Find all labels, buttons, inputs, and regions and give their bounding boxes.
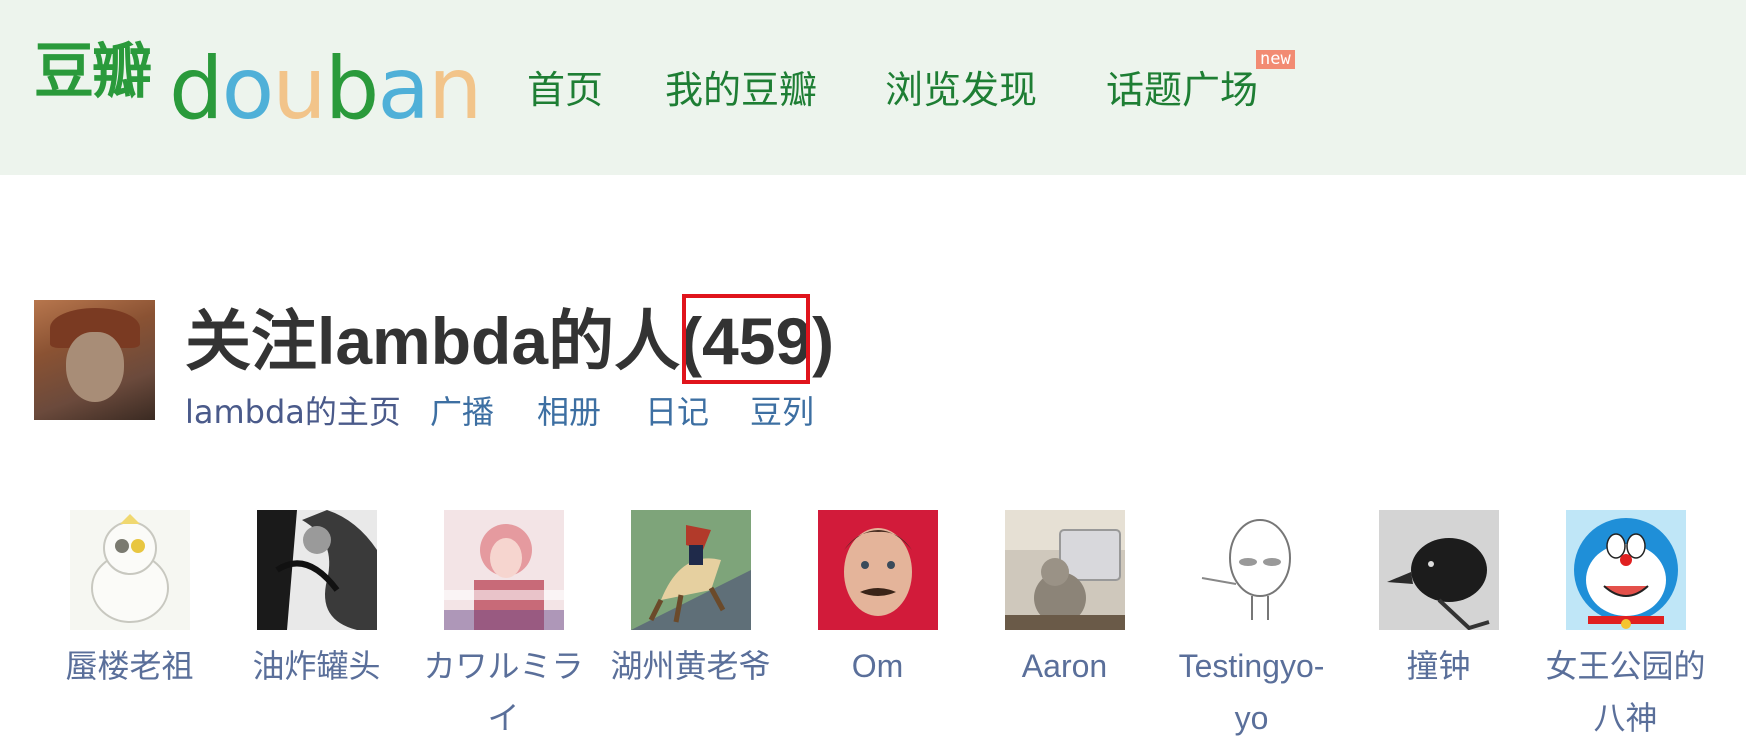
top-navigation-bar: 豆瓣 douban 首页 我的豆瓣 浏览发现 话题广场 new <box>0 0 1746 175</box>
bw-manga-avatar[interactable] <box>256 510 377 630</box>
follower-item: 湖州黄老爷 <box>597 510 784 692</box>
pink-hair-anime-avatar[interactable] <box>443 510 564 630</box>
follower-item: Aaron <box>971 510 1158 692</box>
diary-link[interactable]: 日记 <box>645 390 709 434</box>
nav-explore[interactable]: 浏览发现 <box>885 68 1037 112</box>
doraemon-avatar[interactable] <box>1565 510 1686 630</box>
profile-home-link[interactable]: lambda的主页 <box>185 390 401 434</box>
follower-count-highlight <box>682 294 810 384</box>
nav-home[interactable]: 首页 <box>527 68 603 112</box>
nav-my-douban[interactable]: 我的豆瓣 <box>665 68 817 112</box>
crow-sketch-avatar[interactable] <box>1378 510 1499 630</box>
logo-letter: o <box>221 39 275 139</box>
alien-sketch-avatar[interactable] <box>1191 510 1312 630</box>
follower-name[interactable]: Om <box>784 640 971 692</box>
cartoon-penguin-avatar[interactable] <box>69 510 190 630</box>
man-red-background-avatar[interactable] <box>817 510 938 630</box>
follower-name[interactable]: 女王公园的八神 <box>1532 640 1719 744</box>
logo-letter: u <box>272 39 326 139</box>
cat-at-desk-avatar[interactable] <box>1004 510 1125 630</box>
nav-topics[interactable]: 话题广场 <box>1106 68 1258 112</box>
napoleon-horse-avatar[interactable] <box>630 510 751 630</box>
follower-item: 撞钟 <box>1345 510 1532 692</box>
logo-letter: a <box>377 39 430 139</box>
follower-item: Om <box>784 510 971 692</box>
follower-item: 油炸罐头 <box>223 510 410 692</box>
logo-letter: b <box>324 39 380 139</box>
logo-letter: n <box>428 39 482 139</box>
follower-item: 蜃楼老祖 <box>36 510 223 692</box>
follower-item: 女王公园的八神 <box>1532 510 1719 744</box>
album-link[interactable]: 相册 <box>537 390 601 434</box>
logo-english-text: douban <box>169 39 483 139</box>
follower-name[interactable]: Testingyo-yo <box>1158 640 1345 744</box>
broadcast-link[interactable]: 广播 <box>430 390 494 434</box>
follower-name[interactable]: カワルミライ <box>410 640 597 744</box>
follower-item: カワルミライ <box>410 510 597 744</box>
logo-chinese-text: 豆瓣 <box>34 37 152 107</box>
follower-name[interactable]: 湖州黄老爷 <box>597 640 784 692</box>
new-badge: new <box>1256 50 1295 69</box>
follower-item: Testingyo-yo <box>1158 510 1345 744</box>
logo-letter: d <box>169 39 224 139</box>
follower-name[interactable]: Aaron <box>971 640 1158 692</box>
follower-name[interactable]: 撞钟 <box>1345 640 1532 692</box>
follower-name[interactable]: 油炸罐头 <box>223 640 410 692</box>
followers-grid: 蜃楼老祖 油炸罐头 カワルミライ 湖州黄老爷 Om Aaron Testingy… <box>0 510 1746 744</box>
follower-name[interactable]: 蜃楼老祖 <box>36 640 223 692</box>
profile-avatar[interactable] <box>34 300 155 420</box>
doulist-link[interactable]: 豆列 <box>750 390 814 434</box>
